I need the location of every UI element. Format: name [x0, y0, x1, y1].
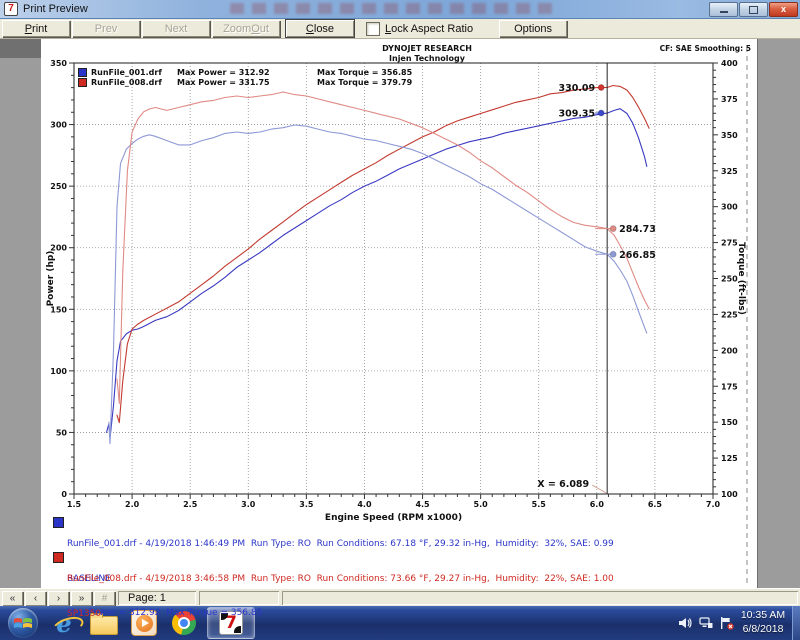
- curve-runfile-001-power-hp-: [107, 109, 647, 439]
- svg-text:250: 250: [50, 182, 67, 191]
- svg-text:284.73: 284.73: [619, 224, 656, 235]
- restore-button[interactable]: [739, 2, 768, 17]
- svg-text:2.5: 2.5: [183, 500, 198, 509]
- clock-time: 10:35 AM: [736, 608, 790, 622]
- svg-text:100: 100: [721, 490, 738, 499]
- svg-text:200: 200: [721, 346, 738, 355]
- print-preview-toolbar: Print Prev Next Zoom Out Close Lock Aspe…: [0, 19, 800, 39]
- svg-text:150: 150: [721, 418, 738, 427]
- close-window-button[interactable]: x: [769, 2, 798, 17]
- svg-text:2.0: 2.0: [125, 500, 140, 509]
- legend-row-baseline: RunFile_001.drfMax Power = 312.92Max Tor…: [78, 67, 412, 77]
- svg-text:X = 6.089: X = 6.089: [537, 479, 589, 490]
- svg-text:225: 225: [721, 310, 738, 319]
- svg-text:3.0: 3.0: [241, 500, 256, 509]
- preview-corner-block: [0, 39, 41, 58]
- svg-text:350: 350: [50, 59, 67, 68]
- show-desktop-button[interactable]: [792, 606, 800, 640]
- lock-aspect-ratio-checkbox[interactable]: [366, 22, 380, 36]
- run-swatch-red: [53, 552, 64, 563]
- svg-text:5.0: 5.0: [474, 500, 489, 509]
- minimize-button[interactable]: [709, 2, 738, 17]
- report-page: 1.5 2.0 2.5 3.0 3.5 4.0 4.5 5.0 5.5 6.0 6.5 7.0 0 50 1…: [41, 39, 758, 588]
- close-button[interactable]: Close: [286, 20, 354, 37]
- svg-text:3.5: 3.5: [299, 500, 314, 509]
- preview-area: 1.5 2.0 2.5 3.0 3.5 4.0 4.5 5.0 5.5 6.0 6.5 7.0 0 50 1…: [0, 39, 800, 588]
- chart-subtitle: Injen Technology: [101, 54, 753, 63]
- restore-icon: [749, 6, 758, 14]
- run-info-sp1350: RunFile_008.drf - 4/19/2018 3:46:58 PM R…: [53, 551, 614, 640]
- volume-icon[interactable]: [679, 617, 692, 629]
- svg-text:4.5: 4.5: [415, 500, 430, 509]
- minimize-icon: [720, 11, 728, 13]
- svg-text:Power (hp): Power (hp): [46, 251, 56, 307]
- curve-runfile-001-torque-ft-lbs-: [109, 125, 647, 444]
- cursor-marker-284.73: [610, 226, 616, 232]
- windows-flag-icon: [13, 614, 33, 632]
- smoothing-label: CF: SAE Smoothing: 5: [660, 44, 751, 53]
- svg-text:4.0: 4.0: [357, 500, 372, 509]
- svg-text:300: 300: [721, 203, 738, 212]
- first-page-button[interactable]: «: [2, 591, 23, 606]
- cursor-marker-330.09: [598, 85, 604, 91]
- start-button[interactable]: [8, 608, 38, 638]
- svg-text:325: 325: [721, 167, 738, 176]
- svg-text:Torque (ft-lbs): Torque (ft-lbs): [736, 242, 746, 315]
- app-window-icon: 7: [4, 2, 18, 16]
- next-button[interactable]: Next: [142, 20, 210, 37]
- svg-text:50: 50: [56, 428, 68, 437]
- svg-text:1.5: 1.5: [67, 500, 82, 509]
- lock-aspect-ratio-label: Lock Aspect Ratio: [385, 23, 473, 35]
- svg-text:125: 125: [721, 454, 738, 463]
- legend-swatch-blue: [78, 68, 87, 77]
- svg-text:375: 375: [721, 95, 738, 104]
- svg-text:266.85: 266.85: [619, 250, 656, 261]
- cursor-marker-266.85: [610, 251, 616, 257]
- prev-button[interactable]: Prev: [72, 20, 140, 37]
- titlebar: 7 Print Preview x: [0, 0, 800, 19]
- svg-text:0: 0: [61, 490, 67, 499]
- run2-name-line: SP1350: [67, 609, 614, 621]
- svg-text:7.0: 7.0: [706, 500, 721, 509]
- window-title: Print Preview: [23, 3, 88, 15]
- system-tray: [679, 606, 734, 640]
- dyno-chart: 1.5 2.0 2.5 3.0 3.5 4.0 4.5 5.0 5.5 6.0 6.5 7.0 0 50 1…: [41, 39, 757, 588]
- run2-file-line: RunFile_008.drf - 4/19/2018 3:46:58 PM R…: [67, 574, 614, 586]
- clock-date: 6/8/2018: [736, 622, 790, 636]
- prev-page-button[interactable]: ‹: [25, 591, 46, 606]
- action-center-flag-icon[interactable]: [720, 617, 734, 630]
- options-button[interactable]: Options: [499, 20, 567, 37]
- svg-text:100: 100: [50, 367, 67, 376]
- zoom-out-button[interactable]: Zoom Out: [212, 20, 280, 37]
- curve-runfile-008-power-hp-: [117, 86, 649, 423]
- close-icon: x: [781, 5, 786, 14]
- legend-swatch-red: [78, 78, 87, 87]
- chart-title: DYNOJET RESEARCH: [101, 44, 753, 53]
- svg-text:175: 175: [721, 382, 738, 391]
- screen: 7 Print Preview x Print Prev Next Zoom O…: [0, 0, 800, 640]
- titlebar-ghost-text: [230, 3, 560, 14]
- cursor-marker-309.35: [598, 110, 604, 116]
- svg-text:300: 300: [50, 121, 67, 130]
- svg-text:5.5: 5.5: [532, 500, 547, 509]
- chart-legend: RunFile_001.drfMax Power = 312.92Max Tor…: [78, 67, 412, 87]
- print-button[interactable]: Print: [2, 20, 70, 37]
- network-icon[interactable]: [699, 617, 713, 629]
- svg-text:250: 250: [721, 275, 738, 284]
- run1-file-line: RunFile_001.drf - 4/19/2018 1:46:49 PM R…: [67, 539, 614, 551]
- svg-text:6.0: 6.0: [590, 500, 605, 509]
- svg-text:350: 350: [721, 131, 738, 140]
- svg-text:309.35: 309.35: [558, 109, 595, 120]
- legend-row-sp1350: RunFile_008.drfMax Power = 331.75Max Tor…: [78, 77, 412, 87]
- svg-text:275: 275: [721, 239, 738, 248]
- svg-text:330.09: 330.09: [558, 83, 595, 94]
- taskbar-clock[interactable]: 10:35 AM 6/8/2018: [736, 608, 790, 636]
- svg-text:6.5: 6.5: [648, 500, 663, 509]
- run-swatch-blue: [53, 517, 64, 528]
